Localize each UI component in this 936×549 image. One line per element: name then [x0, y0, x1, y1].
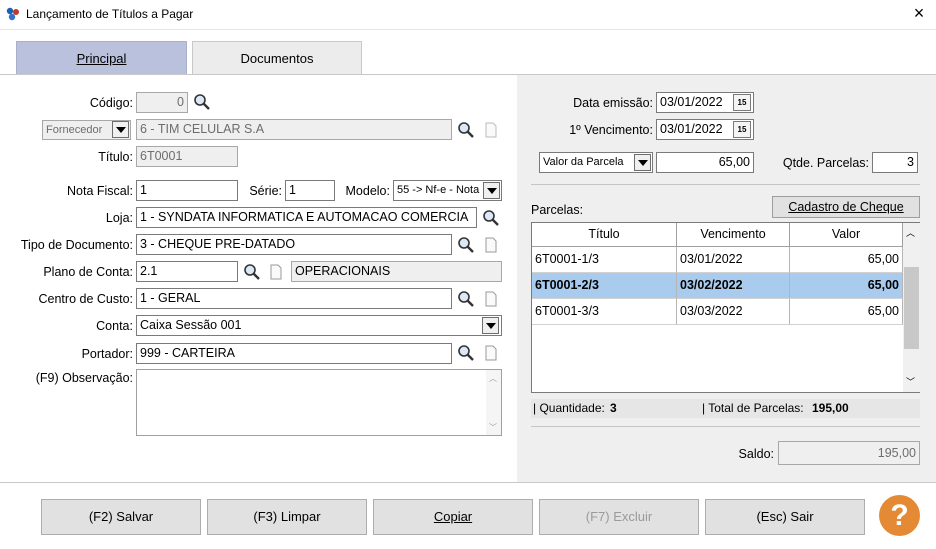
table-row-vencimento[interactable]: 03/03/2022	[677, 299, 790, 325]
close-icon[interactable]: ×	[906, 2, 932, 26]
quantidade-label: | Quantidade:	[533, 401, 605, 415]
observacao-label: (F9) Observação:	[35, 371, 133, 385]
fornecedor-field[interactable]: 6 - TIM CELULAR S.A	[136, 119, 452, 140]
search-icon[interactable]	[482, 209, 500, 227]
search-icon[interactable]	[243, 263, 261, 281]
search-icon[interactable]	[457, 121, 475, 139]
total-parcelas-label: | Total de Parcelas:	[702, 401, 804, 415]
serie-label: Série:	[249, 184, 282, 198]
tab-documentos[interactable]: Documentos	[192, 41, 362, 75]
limpar-button[interactable]: (F3) Limpar	[207, 499, 367, 535]
window-title: Lançamento de Títulos a Pagar	[26, 7, 194, 21]
observacao-textarea[interactable]	[136, 369, 502, 436]
search-icon[interactable]	[457, 344, 475, 362]
table-row-vencimento[interactable]: 03/01/2022	[677, 247, 790, 273]
column-header-valor[interactable]: Valor	[790, 223, 903, 247]
chevron-down-icon[interactable]: ﹀	[489, 422, 497, 433]
table-row-valor[interactable]: 65,00	[790, 299, 903, 325]
chevron-down-icon[interactable]	[482, 317, 499, 334]
document-icon[interactable]	[482, 344, 500, 362]
total-parcelas-value: 195,00	[812, 401, 849, 415]
cadastro-cheque-label: Cadastro de Cheque	[788, 200, 904, 214]
table-row-valor[interactable]: 65,00	[790, 273, 903, 299]
codigo-field[interactable]: 0	[136, 92, 188, 113]
parcelas-grid[interactable]: Título Vencimento Valor 6T0001-1/3 03/01…	[531, 222, 920, 393]
centro-custo-field[interactable]: 1 - GERAL	[136, 288, 452, 309]
divider	[0, 482, 936, 483]
plano-conta-label: Plano de Conta:	[43, 265, 133, 279]
copiar-button[interactable]: Copiar	[373, 499, 533, 535]
quantidade-value: 3	[610, 401, 617, 415]
document-icon[interactable]	[482, 121, 500, 139]
calendar-icon[interactable]: 15	[733, 121, 751, 138]
tipo-documento-label: Tipo de Documento:	[20, 238, 133, 252]
cadastro-cheque-button[interactable]: Cadastro de Cheque	[772, 196, 920, 218]
tipo-documento-field[interactable]: 3 - CHEQUE PRE-DATADO	[136, 234, 452, 255]
table-row-titulo[interactable]: 6T0001-3/3	[532, 299, 677, 325]
chevron-down-icon[interactable]	[112, 121, 129, 138]
data-emissao-label: Data emissão:	[573, 96, 653, 110]
column-header-vencimento[interactable]: Vencimento	[677, 223, 790, 247]
tab-principal[interactable]: Principal	[16, 41, 187, 75]
column-header-titulo[interactable]: Título	[532, 223, 677, 247]
salvar-button[interactable]: (F2) Salvar	[41, 499, 201, 535]
loja-field[interactable]: 1 - SYNDATA INFORMATICA E AUTOMACAO COME…	[136, 207, 477, 228]
table-row-titulo[interactable]: 6T0001-1/3	[532, 247, 677, 273]
titulo-label: Título:	[98, 150, 133, 164]
calendar-icon[interactable]: 15	[733, 94, 751, 111]
serie-field[interactable]: 1	[285, 180, 335, 201]
tab-principal-label: Principal	[76, 51, 127, 66]
chevron-down-icon[interactable]: ﹀	[906, 375, 915, 388]
plano-conta-field[interactable]: 2.1	[136, 261, 238, 282]
chevron-down-icon[interactable]	[634, 154, 651, 171]
nota-fiscal-label: Nota Fiscal:	[67, 184, 133, 198]
modelo-label: Modelo:	[345, 184, 390, 198]
titulo-field[interactable]: 6T0001	[136, 146, 238, 167]
table-row-vencimento[interactable]: 03/02/2022	[677, 273, 790, 299]
help-icon[interactable]: ?	[879, 495, 920, 536]
saldo-label: Saldo:	[738, 447, 774, 461]
divider	[531, 184, 920, 185]
search-icon[interactable]	[457, 236, 475, 254]
divider	[531, 426, 920, 427]
saldo-field: 195,00	[778, 441, 920, 465]
valor-field[interactable]: 65,00	[656, 152, 754, 173]
qtde-parcelas-field[interactable]: 3	[872, 152, 918, 173]
chevron-up-icon[interactable]: ︿	[489, 373, 497, 384]
centro-custo-label: Centro de Custo:	[38, 292, 134, 306]
conta-label: Conta:	[96, 319, 133, 333]
qtde-parcelas-label: Qtde. Parcelas:	[782, 156, 869, 170]
plano-conta-description: OPERACIONAIS	[291, 261, 502, 282]
primeiro-vencimento-label: 1º Vencimento:	[569, 123, 653, 137]
table-row-valor[interactable]: 65,00	[790, 247, 903, 273]
chevron-down-icon[interactable]	[483, 182, 500, 199]
copiar-label: Copiar	[433, 509, 473, 524]
document-icon[interactable]	[267, 263, 285, 281]
nota-fiscal-field[interactable]: 1	[136, 180, 238, 201]
conta-select[interactable]: Caixa Sessão 001	[136, 315, 502, 336]
portador-field[interactable]: 999 - CARTEIRA	[136, 343, 452, 364]
sair-button[interactable]: (Esc) Sair	[705, 499, 865, 535]
app-logo-icon	[6, 7, 19, 21]
search-icon[interactable]	[193, 93, 211, 111]
search-icon[interactable]	[457, 290, 475, 308]
chevron-up-icon[interactable]: ︿	[906, 226, 915, 239]
table-row-titulo[interactable]: 6T0001-2/3	[532, 273, 677, 299]
document-icon[interactable]	[482, 290, 500, 308]
loja-label: Loja:	[105, 211, 133, 225]
parcelas-label: Parcelas:	[531, 203, 584, 217]
portador-label: Portador:	[81, 347, 133, 361]
codigo-label: Código:	[89, 96, 133, 110]
grid-scroll-thumb[interactable]	[904, 267, 919, 349]
excluir-button[interactable]: (F7) Excluir	[539, 499, 699, 535]
document-icon[interactable]	[482, 236, 500, 254]
